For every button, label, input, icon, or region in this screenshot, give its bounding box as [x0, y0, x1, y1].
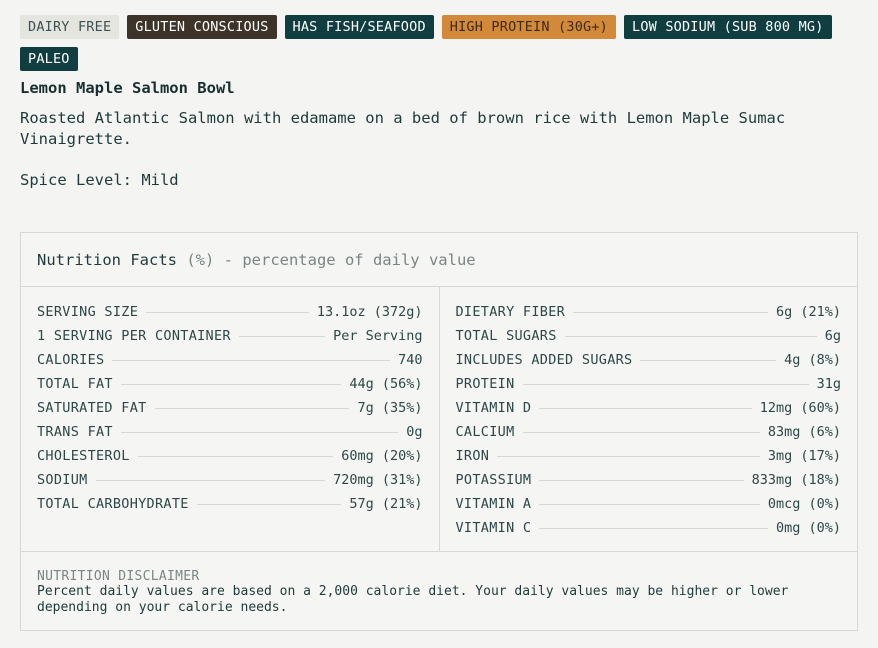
leader-line: [120, 431, 399, 433]
nutrition-value: 833mg (18%): [751, 472, 841, 488]
leader-line: [539, 503, 760, 505]
nutrition-label: SATURATED FAT: [37, 400, 147, 416]
nutrition-row-potassium: POTASSIUM 833mg (18%): [456, 468, 842, 492]
nutrition-label: CHOLESTEROL: [37, 448, 130, 464]
nutrition-value: Per Serving: [333, 328, 423, 344]
nutrition-label: TRANS FAT: [37, 424, 113, 440]
tag-dairy-free: DAIRY FREE: [20, 15, 120, 39]
product-description: Roasted Atlantic Salmon with edamame on …: [20, 109, 786, 148]
nutrition-label: IRON: [455, 448, 490, 464]
nutrition-label: INCLUDES ADDED SUGARS: [455, 352, 633, 368]
nutrition-row-vitamin-a: VITAMIN A 0mcg (0%): [456, 492, 842, 516]
nutrition-label: VITAMIN C: [455, 520, 532, 536]
nutrition-label: POTASSIUM: [455, 472, 532, 488]
nutrition-label: CALORIES: [37, 352, 105, 368]
nutrition-label: TOTAL FAT: [37, 376, 113, 392]
leader-line: [238, 335, 326, 337]
tag-has-fish-seafood: HAS FISH/SEAFOOD: [284, 15, 434, 39]
nutrition-value: 0mcg (0%): [767, 496, 841, 512]
leader-line: [196, 503, 342, 505]
nutrition-value: 7g (35%): [357, 400, 423, 416]
nutrition-label: CALCIUM: [455, 424, 515, 440]
leader-line: [640, 359, 777, 361]
nutrition-label: SODIUM: [37, 472, 88, 488]
nutrition-row-total-sugars: TOTAL SUGARS 6g: [456, 324, 842, 348]
nutrition-row-servings-per-container: 1 SERVING PER CONTAINER Per Serving: [37, 324, 423, 348]
disclaimer-text: Percent daily values are based on a 2,00…: [37, 584, 789, 615]
nutrition-row-serving-size: SERVING SIZE 13.1oz (372g): [37, 300, 423, 324]
nutrition-row-vitamin-c: VITAMIN C 0mg (0%): [456, 516, 842, 540]
nutrition-row-saturated-fat: SATURATED FAT 7g (35%): [37, 396, 423, 420]
nutrition-value: 740: [398, 352, 423, 368]
nutrition-row-calcium: CALCIUM 83mg (6%): [456, 420, 842, 444]
nutrition-value: 4g (8%): [784, 352, 841, 368]
leader-line: [120, 383, 342, 385]
nutrition-columns: SERVING SIZE 13.1oz (372g) 1 SERVING PER …: [21, 287, 857, 552]
nutrition-facts-heading: Nutrition Facts: [37, 251, 177, 269]
leader-line: [137, 455, 334, 457]
leader-line: [154, 407, 350, 409]
nutrition-value: 57g (21%): [349, 496, 423, 512]
nutrition-row-protein: PROTEIN 31g: [456, 372, 842, 396]
nutrition-row-added-sugars: INCLUDES ADDED SUGARS 4g (8%): [456, 348, 842, 372]
nutrition-row-iron: IRON 3mg (17%): [456, 444, 842, 468]
product-title: Lemon Maple Salmon Bowl: [20, 79, 235, 97]
leader-line: [539, 479, 744, 481]
nutrition-row-total-fat: TOTAL FAT 44g (56%): [37, 372, 423, 396]
nutrition-row-dietary-fiber: DIETARY FIBER 6g (21%): [456, 300, 842, 324]
nutrition-label: VITAMIN D: [455, 400, 532, 416]
nutrition-label: PROTEIN: [455, 376, 515, 392]
nutrition-value: 13.1oz (372g): [316, 304, 423, 320]
tag-gluten-conscious: GLUTEN CONSCIOUS: [127, 15, 277, 39]
nutrition-label: TOTAL CARBOHYDRATE: [37, 496, 189, 512]
nutrition-column-left: SERVING SIZE 13.1oz (372g) 1 SERVING PER …: [21, 287, 440, 551]
nutrition-value: 3mg (17%): [767, 448, 841, 464]
tag-high-protein: HIGH PROTEIN (30G+): [441, 15, 617, 39]
disclaimer-title: NUTRITION DISCLAIMER: [37, 569, 200, 584]
leader-line: [539, 527, 768, 529]
nutrition-column-right: DIETARY FIBER 6g (21%) TOTAL SUGARS 6g INC…: [440, 287, 858, 551]
nutrition-row-total-carbohydrate: TOTAL CARBOHYDRATE 57g (21%): [37, 492, 423, 516]
nutrition-facts-subheading: (%) - percentage of daily value: [186, 251, 476, 269]
nutrition-label: DIETARY FIBER: [455, 304, 566, 320]
nutrition-value: 31g: [816, 376, 841, 392]
leader-line: [539, 407, 752, 409]
nutrition-value: 6g: [824, 328, 841, 344]
nutrition-value: 0g: [406, 424, 423, 440]
nutrition-value: 60mg (20%): [341, 448, 423, 464]
nutrition-row-vitamin-d: VITAMIN D 12mg (60%): [456, 396, 842, 420]
leader-line: [95, 479, 326, 481]
nutrition-label: SERVING SIZE: [37, 304, 139, 320]
leader-line: [573, 311, 768, 313]
nutrition-value: 6g (21%): [775, 304, 841, 320]
nutrition-facts-header: Nutrition Facts (%) - percentage of dail…: [21, 233, 857, 287]
leader-line: [146, 311, 309, 313]
nutrition-row-cholesterol: CHOLESTEROL 60mg (20%): [37, 444, 423, 468]
leader-line: [522, 383, 809, 385]
nutrition-label: TOTAL SUGARS: [455, 328, 557, 344]
leader-line: [522, 431, 760, 433]
nutrition-label: VITAMIN A: [455, 496, 532, 512]
leader-line: [564, 335, 817, 337]
nutrition-row-calories: CALORIES 740: [37, 348, 423, 372]
nutrition-disclaimer: NUTRITION DISCLAIMER Percent daily value…: [21, 552, 857, 616]
leader-line: [497, 455, 760, 457]
nutrition-value: 44g (56%): [349, 376, 423, 392]
nutrition-row-sodium: SODIUM 720mg (31%): [37, 468, 423, 492]
nutrition-label: 1 SERVING PER CONTAINER: [37, 328, 231, 344]
tag-paleo: PALEO: [20, 47, 78, 71]
dietary-tags: DAIRY FREE GLUTEN CONSCIOUS HAS FISH/SEA…: [20, 15, 860, 71]
nutrition-value: 0mg (0%): [775, 520, 841, 536]
nutrition-row-trans-fat: TRANS FAT 0g: [37, 420, 423, 444]
nutrition-value: 83mg (6%): [767, 424, 841, 440]
nutrition-facts-panel: Nutrition Facts (%) - percentage of dail…: [20, 232, 858, 631]
tag-low-sodium: LOW SODIUM (SUB 800 MG): [624, 15, 832, 39]
spice-level: Spice Level: Mild: [20, 171, 179, 189]
nutrition-value: 12mg (60%): [759, 400, 841, 416]
nutrition-value: 720mg (31%): [333, 472, 423, 488]
leader-line: [112, 359, 391, 361]
